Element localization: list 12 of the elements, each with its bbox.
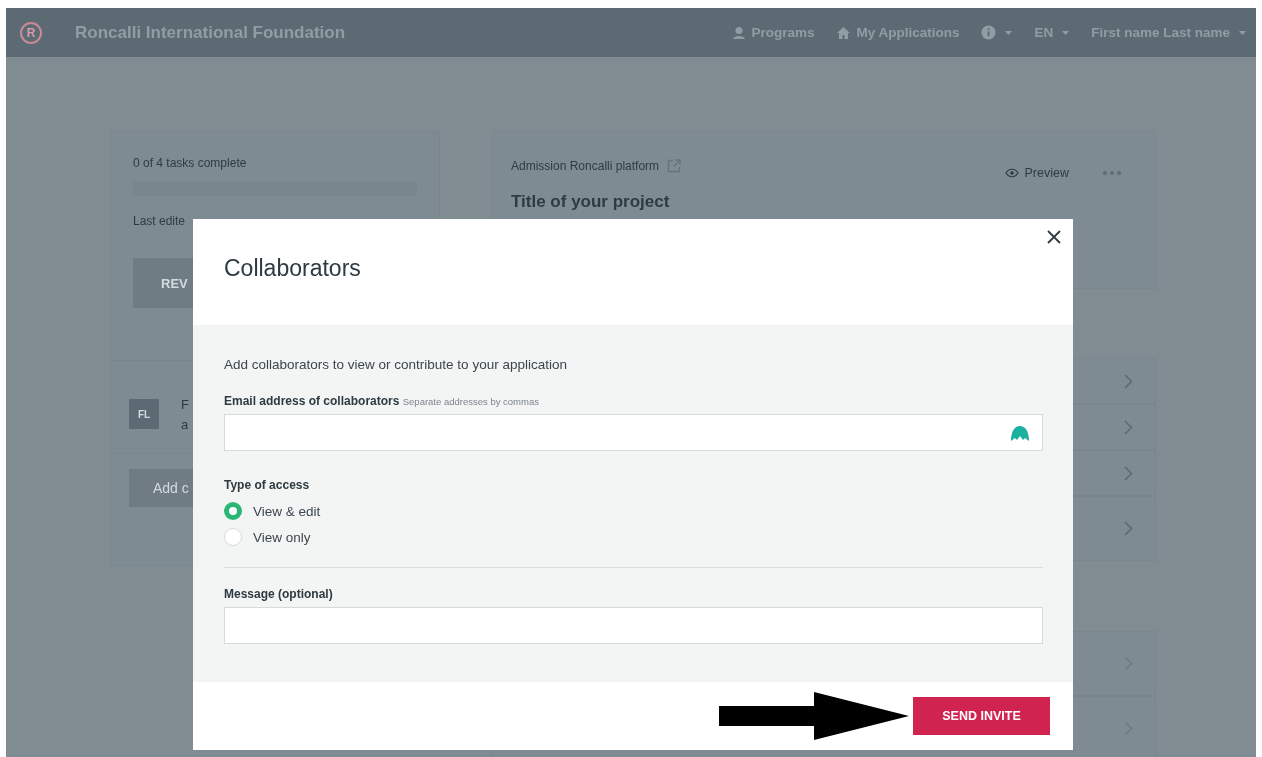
field-label: Email address of collaborators <box>224 394 400 408</box>
tasks-status: 0 of 4 tasks complete <box>133 156 248 170</box>
member-name: F <box>181 396 189 414</box>
avatar: FL <box>129 399 159 429</box>
dialog-title: Collaborators <box>224 254 362 282</box>
project-title: Title of your project <box>511 192 671 212</box>
last-edited-text: Last edite <box>133 214 187 228</box>
intro-text: Add collaborators to view or contribute to your application <box>224 357 568 372</box>
member-detail: a <box>181 416 189 434</box>
access-label: Type of access <box>224 478 311 492</box>
field-hint: Separate addresses by commas <box>402 396 539 407</box>
message-label: Message (optional) <box>224 587 334 601</box>
